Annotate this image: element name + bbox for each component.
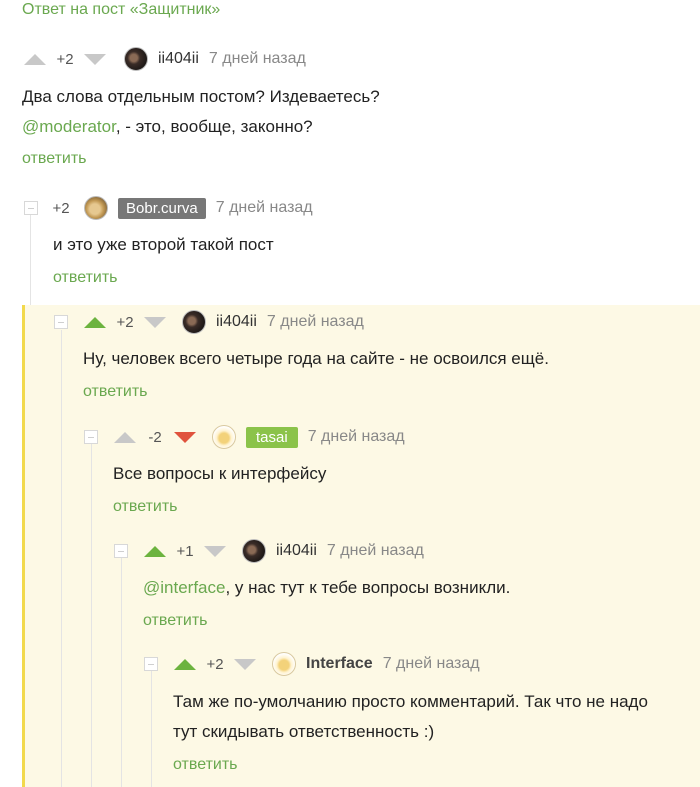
comment-text: @moderator, - это, вообще, законно?	[22, 117, 313, 136]
timestamp[interactable]: 7 дней назад	[308, 428, 405, 446]
thread-line	[91, 443, 92, 787]
timestamp[interactable]: 7 дней назад	[267, 313, 364, 331]
comment-text: @interface, у нас тут к тебе вопросы воз…	[143, 578, 511, 597]
thread-line	[30, 215, 31, 305]
username[interactable]: Bobr.curva	[118, 197, 206, 219]
collapse-button[interactable]	[24, 201, 38, 215]
avatar[interactable]	[272, 652, 296, 676]
comment-text: Там же по-умолчанию просто комментарий. …	[173, 692, 648, 711]
comment-text: Ну, человек всего четыре года на сайте -…	[83, 349, 549, 368]
username[interactable]: tasai	[246, 426, 298, 448]
username[interactable]: ii404ii	[276, 542, 317, 560]
collapse-button[interactable]	[84, 430, 98, 444]
downvote-icon[interactable]	[84, 53, 106, 65]
upvote-icon[interactable]	[174, 658, 196, 670]
timestamp[interactable]: 7 дней назад	[327, 542, 424, 560]
username[interactable]: Interface	[306, 655, 373, 673]
downvote-icon[interactable]	[234, 658, 256, 670]
upvote-icon[interactable]	[24, 53, 46, 65]
reply-link[interactable]: ответить	[143, 612, 208, 630]
reply-link[interactable]: ответить	[173, 756, 238, 774]
username[interactable]: ii404ii	[158, 50, 199, 68]
downvote-icon[interactable]	[174, 431, 196, 443]
avatar[interactable]	[242, 539, 266, 563]
avatar[interactable]	[124, 47, 148, 71]
thread-line	[121, 556, 122, 787]
rating: +2	[56, 50, 74, 68]
downvote-icon[interactable]	[144, 316, 166, 328]
rating: +1	[176, 542, 194, 560]
reply-link[interactable]: ответить	[22, 150, 87, 168]
upvote-icon[interactable]	[144, 545, 166, 557]
collapse-button[interactable]	[54, 315, 68, 329]
comment-text: Два слова отдельным постом? Издеваетесь?	[22, 87, 380, 106]
downvote-icon[interactable]	[204, 545, 226, 557]
post-link[interactable]: Ответ на пост «Защитник»	[22, 1, 220, 19]
rating: +2	[52, 199, 70, 217]
timestamp[interactable]: 7 дней назад	[209, 50, 306, 68]
username[interactable]: ii404ii	[216, 313, 257, 331]
rating: +2	[116, 313, 134, 331]
avatar[interactable]	[212, 425, 236, 449]
avatar[interactable]	[84, 196, 108, 220]
reply-link[interactable]: ответить	[83, 383, 148, 401]
mention-link[interactable]: @moderator	[22, 117, 116, 136]
rating: +2	[206, 655, 224, 673]
collapse-button[interactable]	[114, 544, 128, 558]
reply-link[interactable]: ответить	[113, 498, 178, 516]
thread-line	[151, 670, 152, 787]
rating: -2	[148, 428, 162, 446]
collapse-button[interactable]	[144, 657, 158, 671]
mention-link[interactable]: @interface	[143, 578, 225, 597]
comment-text: и это уже второй такой пост	[53, 235, 274, 254]
comment-text: Все вопросы к интерфейсу	[113, 464, 327, 483]
reply-link[interactable]: ответить	[53, 269, 118, 287]
timestamp[interactable]: 7 дней назад	[216, 199, 313, 217]
comment-text: тут скидывать ответственность :)	[173, 722, 435, 741]
upvote-icon[interactable]	[84, 316, 106, 328]
avatar[interactable]	[182, 310, 206, 334]
upvote-icon[interactable]	[114, 431, 136, 443]
timestamp[interactable]: 7 дней назад	[383, 655, 480, 673]
thread-line	[61, 330, 62, 787]
